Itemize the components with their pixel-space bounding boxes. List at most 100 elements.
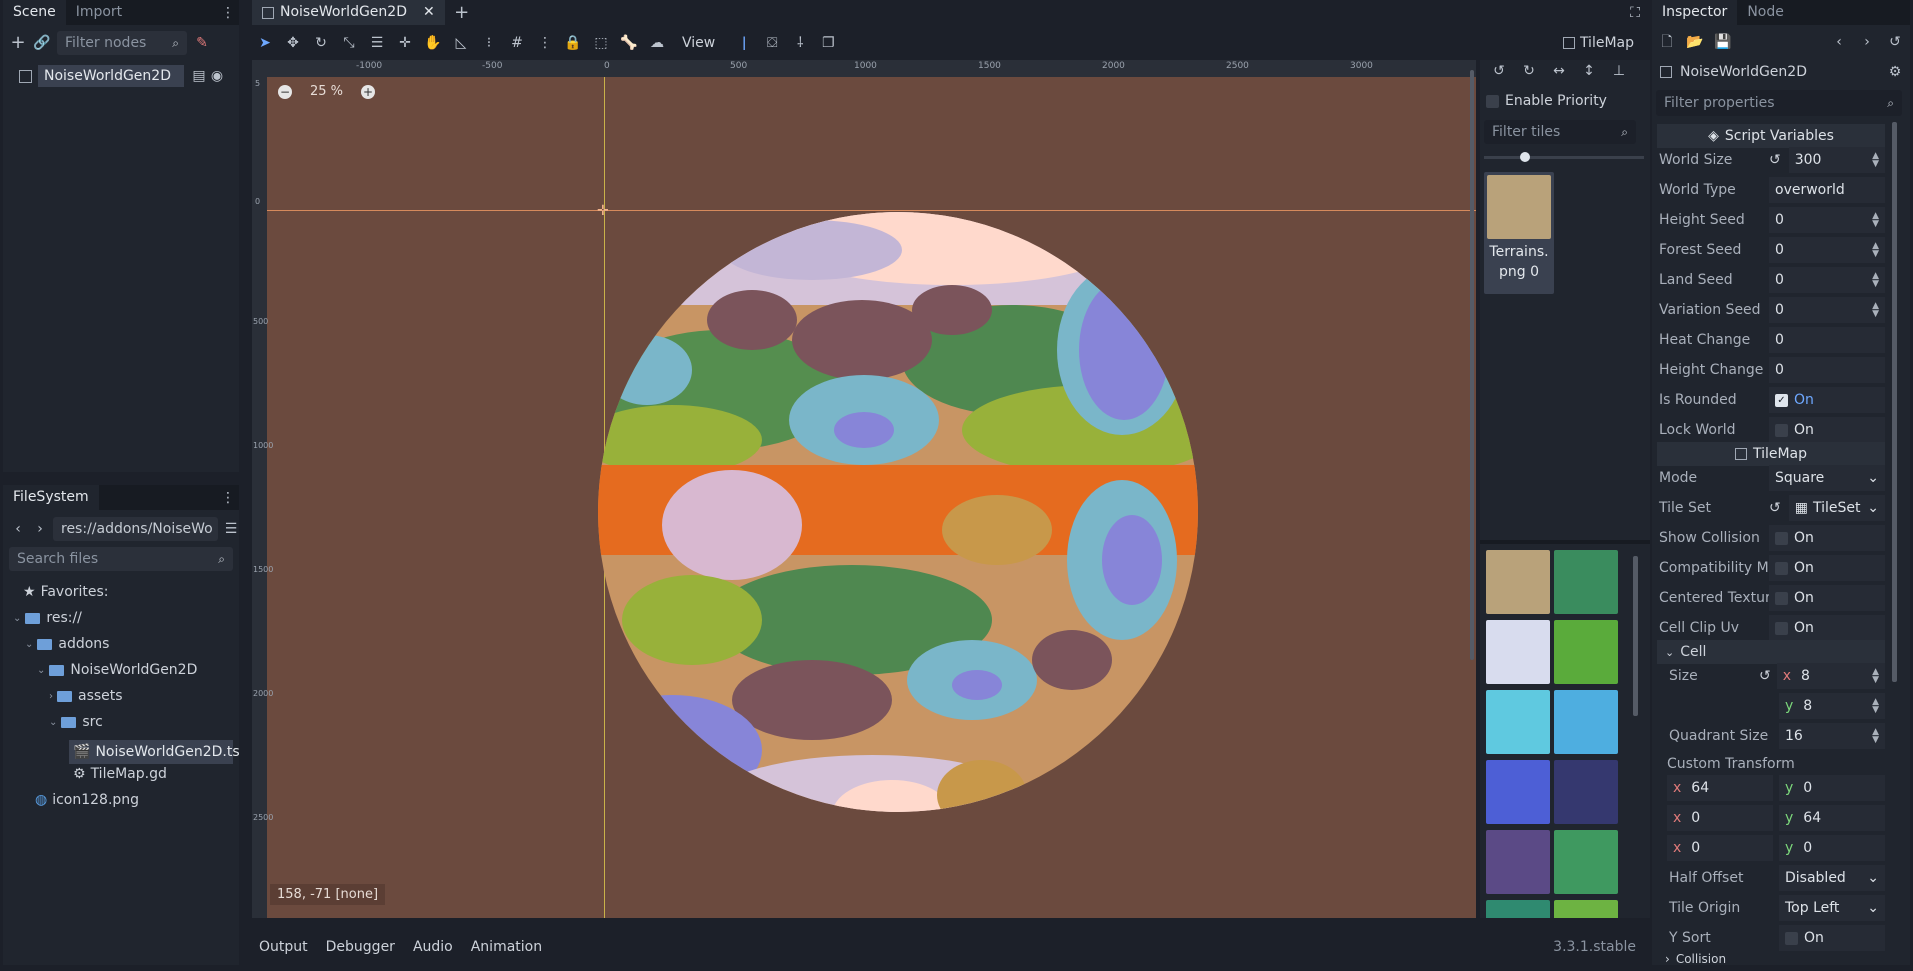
transform-yy[interactable]: y 64 [1779,805,1885,831]
tile-deep-water[interactable] [1486,760,1550,824]
tab-output[interactable]: Output [259,939,308,955]
rotate-left-icon[interactable]: ↺ [1490,62,1508,80]
list-item[interactable]: 🎬 NoiseWorldGen2D.ts [69,740,240,764]
cell-section[interactable]: ⌄ Cell [1657,640,1885,664]
tile-grid-scrollbar[interactable] [1633,556,1638,716]
tab-filesystem[interactable]: FileSystem [3,485,99,510]
quadrant-size-field[interactable]: 16 ▲ ▼ [1779,723,1885,749]
tile-origin-select[interactable]: Top Left ⌄ [1779,895,1885,921]
attached-script-icon[interactable]: ▤ [190,67,208,85]
list-item[interactable]: ⌄ res:// [13,610,82,626]
tab-node[interactable]: Node [1737,0,1794,25]
tile-sand[interactable] [1486,550,1550,614]
back-arrow-icon[interactable]: ‹ [9,520,27,538]
inspector-scrollbar[interactable] [1892,122,1897,682]
snap-icon[interactable]: ⁝ [480,34,498,52]
revert-icon[interactable]: ↺ [1769,152,1781,168]
lock-icon[interactable]: 🔒 [564,34,582,52]
half-offset-select[interactable]: Disabled ⌄ [1779,865,1885,891]
cell-size-y[interactable]: y 8 ▲ ▼ [1779,693,1885,719]
viewport[interactable]: -1000 -500 0 500 1000 1500 2000 2500 300… [252,60,1476,918]
filter-nodes-input[interactable]: Filter nodes ⌕ [57,31,187,55]
tile-water-light[interactable] [1486,690,1550,754]
tile-forest[interactable] [1554,550,1618,614]
list-item[interactable]: › assets [49,688,123,704]
spinner-icon[interactable]: ▲ ▼ [1872,212,1879,229]
distraction-free-icon[interactable]: ⛶ [1626,4,1644,22]
bucket-icon[interactable]: ⛋ [763,34,781,52]
transform-xy[interactable]: y0 [1779,775,1885,801]
slider-handle[interactable] [1520,152,1530,162]
vertical-line-icon[interactable]: ǀ [735,34,753,52]
rotate-right-icon[interactable]: ↻ [1520,62,1538,80]
view-menu[interactable]: View [682,35,715,51]
show-collision-checkbox[interactable]: On [1769,525,1885,551]
enable-priority-checkbox[interactable]: Enable Priority [1486,93,1607,109]
tile-teal[interactable] [1486,900,1550,918]
open-folder-icon[interactable]: 📂 [1686,33,1704,51]
spinner-icon[interactable]: ▲ ▼ [1872,242,1879,259]
tile-grass[interactable] [1554,620,1618,684]
lock-world-checkbox[interactable]: On [1769,417,1885,443]
tile-size-slider[interactable] [1484,152,1644,162]
scale-tool-icon[interactable]: ⤡ [340,34,358,52]
rotate-tool-icon[interactable]: ↻ [312,34,330,52]
height-change-field[interactable]: 0 [1769,357,1885,383]
spinner-icon[interactable]: ▲ ▼ [1872,698,1879,715]
add-tab-icon[interactable]: + [453,3,471,22]
list-item[interactable]: ⚙ TileMap.gd [73,766,167,782]
ruler-tool-icon[interactable]: ◺ [452,34,470,52]
revert-icon[interactable]: ↺ [1769,500,1781,516]
tab-import[interactable]: Import [66,0,132,25]
forest-seed-field[interactable]: 0 ▲ ▼ [1769,237,1885,263]
tileset-texture-item[interactable]: Terrains. png 0 [1484,172,1554,294]
clear-transform-icon[interactable]: ⊥ [1610,62,1628,80]
search-files-input[interactable]: Search files ⌕ [9,547,233,571]
script-variables-section[interactable]: ◈ Script Variables [1657,124,1885,148]
visibility-eye-icon[interactable]: ◉ [208,67,226,85]
height-seed-field[interactable]: 0 ▲ ▼ [1769,207,1885,233]
list-item[interactable]: ★ Favorites: [23,584,109,600]
heat-change-field[interactable]: 0 [1769,327,1885,353]
tab-debugger[interactable]: Debugger [326,939,395,955]
filter-properties-input[interactable]: Filter properties ⌕ [1656,90,1902,116]
more-options-icon[interactable]: ⋮ [536,34,554,52]
spinner-icon[interactable]: ▲ ▼ [1872,728,1879,745]
cloud-icon[interactable]: ☁ [648,34,666,52]
group-icon[interactable]: ⬚ [592,34,610,52]
land-seed-field[interactable]: 0 ▲ ▼ [1769,267,1885,293]
tilemap-section[interactable]: TileMap [1657,442,1885,466]
tab-scene[interactable]: Scene [3,0,66,25]
tab-animation[interactable]: Animation [471,939,542,955]
transform-xx[interactable]: x 64 [1667,775,1773,801]
transform-yx[interactable]: x0 [1667,805,1773,831]
tab-audio[interactable]: Audio [413,939,453,955]
save-icon[interactable]: 💾 [1714,33,1732,51]
flip-horizontal-icon[interactable]: ↔ [1550,62,1568,80]
list-item[interactable]: ⌄ src [49,714,103,730]
new-resource-icon[interactable]: 🗋 [1658,33,1676,51]
list-item[interactable]: ⌄ addons [25,636,109,652]
tile-snow[interactable] [1486,620,1550,684]
add-node-icon[interactable]: + [9,34,27,52]
bone-icon[interactable]: 🦴 [620,34,638,52]
list-select-icon[interactable]: ☰ [368,34,386,52]
history-icon[interactable]: ↺ [1886,33,1904,51]
object-properties-icon[interactable]: ⚙ [1886,63,1904,81]
script-icon[interactable]: ✎ [193,34,211,52]
mode-select[interactable]: Square ⌄ [1769,465,1885,491]
world-size-field[interactable]: 300 ▲ ▼ [1788,147,1885,173]
transform-oy[interactable]: y0 [1779,835,1885,861]
list-item[interactable]: ⌄ NoiseWorldGen2D [37,662,197,678]
grid-snap-icon[interactable]: # [508,34,526,52]
spinner-icon[interactable]: ▲ ▼ [1872,152,1879,169]
link-icon[interactable]: 🔗 [33,34,51,52]
path-field[interactable]: res://addons/NoiseWo [53,517,218,541]
tile-jungle[interactable] [1554,830,1618,894]
compatibility-checkbox[interactable]: On [1769,555,1885,581]
centered-textures-checkbox[interactable]: On [1769,585,1885,611]
revert-icon[interactable]: ↺ [1759,668,1771,684]
pivot-tool-icon[interactable]: ✛ [396,34,414,52]
tab-scene-file[interactable]: NoiseWorldGen2D ✕ [252,0,445,25]
y-sort-checkbox[interactable]: On [1779,925,1885,951]
